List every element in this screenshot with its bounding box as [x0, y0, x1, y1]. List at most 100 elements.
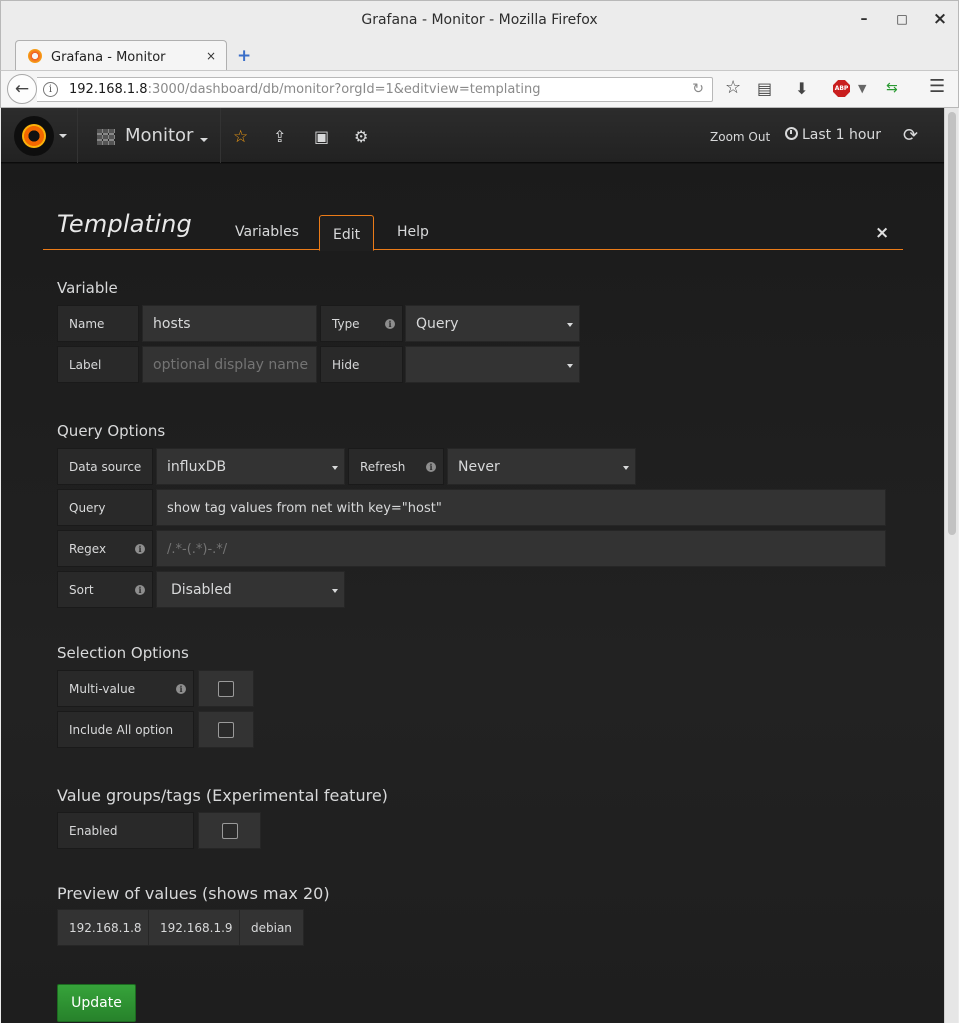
multi-value-checkbox[interactable] — [198, 670, 254, 707]
query-label: Query — [57, 489, 153, 526]
include-all-checkbox[interactable] — [198, 711, 254, 748]
clock-icon — [785, 127, 798, 140]
url-text: 192.168.1.8:3000/dashboard/db/monitor?or… — [69, 82, 541, 97]
chevron-down-icon — [567, 323, 573, 327]
hide-select[interactable] — [405, 346, 580, 383]
page-title: Templating — [57, 210, 192, 238]
refresh-select[interactable]: Never — [447, 448, 636, 485]
sort-select-value: Disabled — [171, 582, 232, 598]
templating-editor: Templating Variables Edit Help × Variabl… — [1, 164, 944, 1023]
chevron-down-icon[interactable]: ▼ — [858, 82, 866, 95]
chevron-down-icon — [623, 466, 629, 470]
new-tab-button[interactable]: + — [237, 46, 251, 66]
browser-tab-label: Grafana - Monitor — [51, 50, 166, 65]
url-path: :3000/dashboard/db/monitor?orgId=1&editv… — [147, 82, 541, 97]
section-preview-heading: Preview of values (shows max 20) — [57, 884, 330, 903]
time-range-picker[interactable]: Last 1 hour — [785, 127, 881, 143]
refresh-label: Refresh i — [348, 448, 444, 485]
adblock-plus-icon[interactable]: ABP — [833, 80, 850, 97]
name-input[interactable]: hosts — [142, 305, 317, 342]
site-info-icon[interactable]: i — [43, 82, 58, 97]
datasource-select[interactable]: influxDB — [156, 448, 345, 485]
sync-arrows-icon[interactable]: ⇆ — [886, 80, 898, 96]
type-label-text: Type — [332, 317, 360, 331]
browser-tab[interactable]: Grafana - Monitor × — [15, 40, 227, 72]
tags-enabled-checkbox[interactable] — [198, 812, 261, 849]
tags-enabled-label: Enabled — [57, 812, 194, 849]
window-titlebar: Grafana - Monitor - Mozilla Firefox – □ … — [0, 0, 959, 38]
query-input[interactable]: show tag values from net with key="host" — [156, 489, 886, 526]
scrollbar-thumb[interactable] — [948, 112, 956, 535]
url-host: 192.168.1.8 — [69, 82, 148, 97]
chevron-down-icon — [200, 138, 208, 142]
tab-close-icon[interactable]: × — [206, 49, 216, 63]
window-maximize-button[interactable]: □ — [893, 10, 911, 28]
chevron-down-icon — [332, 466, 338, 470]
grafana-logo-button[interactable] — [14, 116, 54, 156]
chevron-down-icon — [567, 364, 573, 368]
type-select[interactable]: Query — [405, 305, 580, 342]
sort-label: Sort i — [57, 571, 153, 608]
preview-value: 192.168.1.9 — [148, 909, 245, 946]
tab-variables[interactable]: Variables — [235, 224, 299, 240]
back-button[interactable]: ← — [7, 74, 37, 104]
window-minimize-button[interactable]: – — [855, 10, 873, 28]
info-icon[interactable]: i — [426, 462, 436, 472]
download-icon[interactable]: ⬇ — [795, 79, 808, 98]
section-query-options-heading: Query Options — [57, 422, 166, 440]
multi-value-label: Multi-value i — [57, 670, 194, 707]
info-icon[interactable]: i — [135, 585, 145, 595]
sort-select[interactable]: Disabled — [156, 571, 345, 608]
refresh-select-value: Never — [458, 459, 500, 475]
close-icon[interactable]: × — [875, 223, 889, 243]
dashboard-picker-button[interactable]: Monitor — [84, 108, 217, 163]
settings-gear-icon[interactable]: ⚙ — [354, 127, 368, 146]
browser-tabstrip: Grafana - Monitor × + — [0, 38, 959, 72]
checkbox-icon — [218, 721, 234, 738]
hamburger-menu-icon[interactable]: ☰ — [929, 76, 945, 97]
checkbox-icon — [218, 680, 234, 697]
checkbox-icon — [221, 822, 238, 839]
label-input[interactable]: optional display name — [142, 346, 317, 383]
dashboard-title: Monitor — [125, 125, 194, 146]
type-label: Type i — [320, 305, 403, 342]
page-viewport: Monitor ☆ ⇪ ▣ ⚙ Zoom Out Last 1 hour ⟳ T… — [1, 108, 958, 1023]
window-close-button[interactable]: × — [931, 10, 949, 28]
sort-label-text: Sort — [69, 583, 94, 597]
nav-divider — [220, 108, 221, 163]
browser-navbar: i 192.168.1.8:3000/dashboard/db/monitor?… — [0, 70, 959, 108]
preview-value: 192.168.1.8 — [57, 909, 154, 946]
tab-help[interactable]: Help — [397, 224, 429, 240]
page-scrollbar[interactable] — [944, 108, 958, 1023]
reload-icon[interactable]: ↻ — [692, 81, 704, 97]
chevron-down-icon — [332, 589, 338, 593]
info-icon[interactable]: i — [176, 684, 186, 694]
window-title: Grafana - Monitor - Mozilla Firefox — [361, 12, 598, 28]
star-dashboard-icon[interactable]: ☆ — [233, 127, 248, 147]
regex-input[interactable]: /.*-(.*)-.*/ — [156, 530, 886, 567]
include-all-label: Include All option — [57, 711, 194, 748]
bookmark-star-icon[interactable]: ☆ — [725, 77, 741, 98]
tab-edit[interactable]: Edit — [319, 215, 375, 251]
chevron-down-icon[interactable] — [59, 134, 67, 138]
dashboard-grid-icon — [97, 129, 115, 145]
zoom-out-button[interactable]: Zoom Out — [710, 130, 770, 144]
datasource-label: Data source — [57, 448, 153, 485]
update-button[interactable]: Update — [57, 984, 136, 1022]
time-range-label: Last 1 hour — [802, 127, 882, 143]
section-tags-heading: Value groups/tags (Experimental feature) — [57, 786, 388, 805]
save-dashboard-icon[interactable]: ▣ — [314, 127, 329, 146]
share-dashboard-icon[interactable]: ⇪ — [273, 127, 286, 146]
refresh-icon[interactable]: ⟳ — [903, 125, 918, 146]
grafana-favicon-icon — [28, 49, 42, 63]
templating-header: Templating Variables Edit Help × — [43, 210, 903, 251]
regex-label: Regex i — [57, 530, 153, 567]
info-icon[interactable]: i — [385, 319, 395, 329]
reader-view-icon[interactable]: ▤ — [757, 79, 772, 98]
type-select-value: Query — [416, 316, 459, 332]
datasource-select-value: influxDB — [167, 459, 227, 475]
multi-value-label-text: Multi-value — [69, 682, 136, 696]
info-icon[interactable]: i — [135, 544, 145, 554]
url-bar[interactable]: i 192.168.1.8:3000/dashboard/db/monitor?… — [37, 77, 713, 102]
nav-divider — [77, 108, 78, 163]
